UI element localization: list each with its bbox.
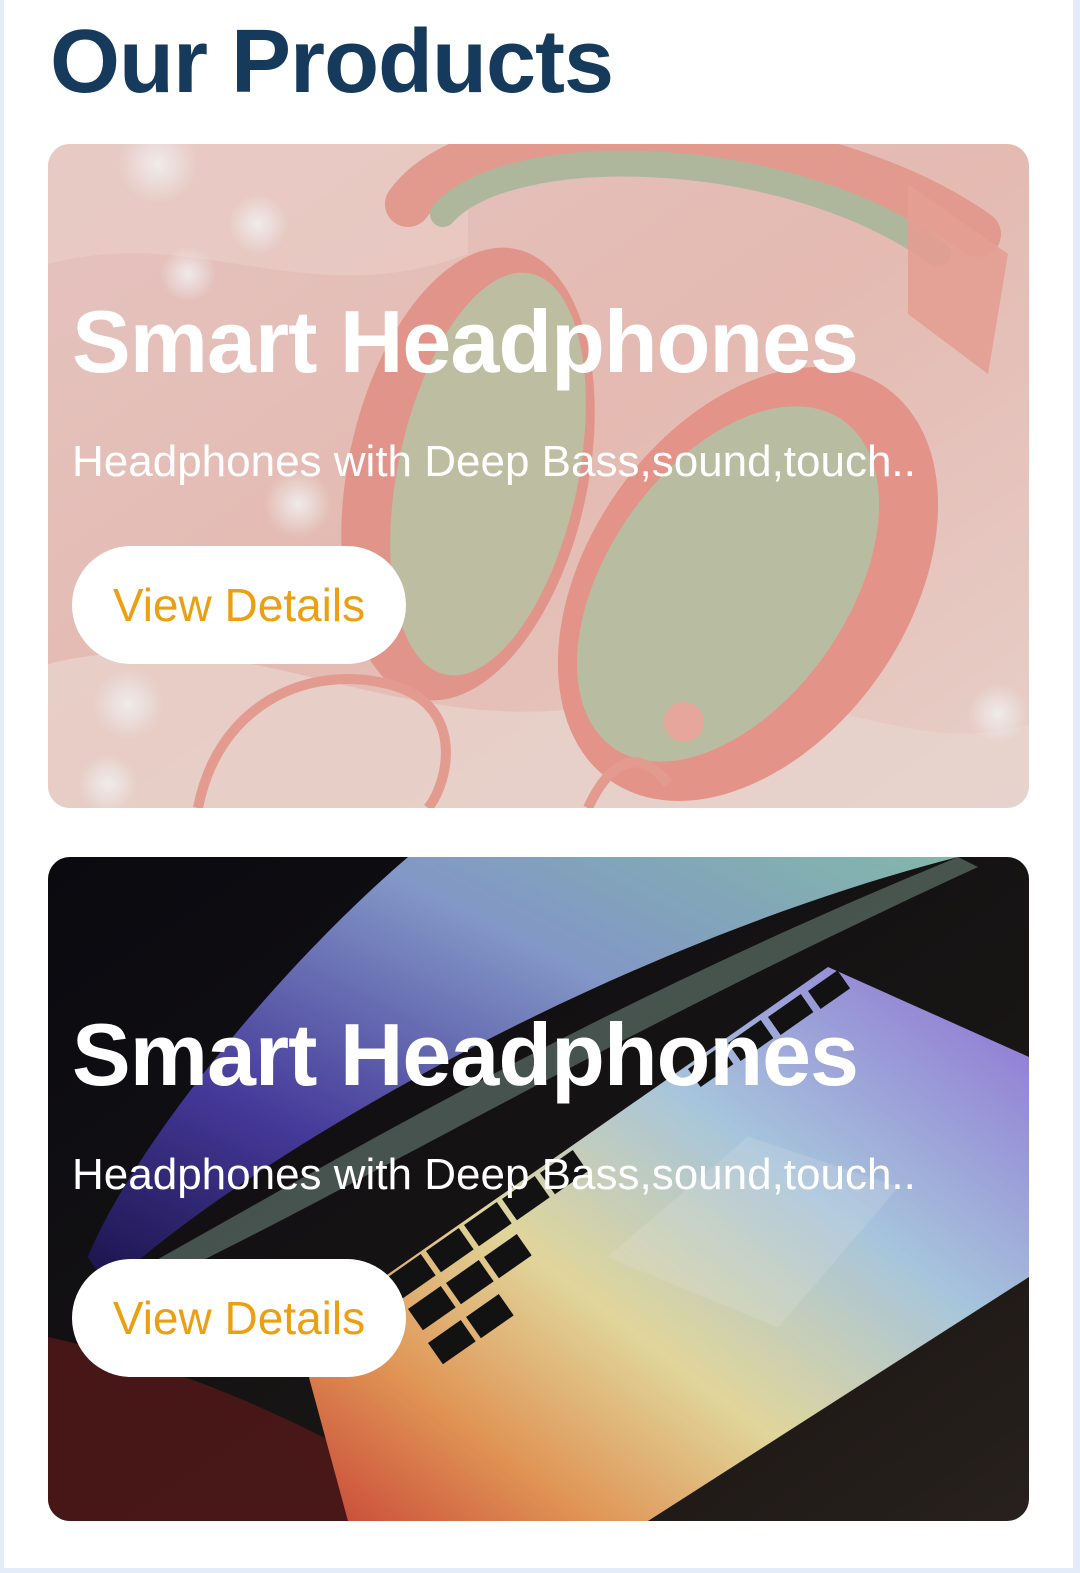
product-card[interactable]: Smart Headphones Headphones with Deep Ba…: [48, 144, 1029, 808]
product-title: Smart Headphones: [72, 292, 859, 391]
product-description: Headphones with Deep Bass,sound,touch..: [72, 1150, 916, 1199]
products-page: Our Products Smart Headphones Headphones…: [4, 0, 1073, 1568]
view-details-button[interactable]: View Details: [72, 1259, 406, 1377]
product-description: Headphones with Deep Bass,sound,touch..: [72, 437, 916, 486]
product-title: Smart Headphones: [72, 1005, 859, 1104]
view-details-button[interactable]: View Details: [72, 546, 406, 664]
product-card[interactable]: Smart Headphones Headphones with Deep Ba…: [48, 857, 1029, 1521]
page-title: Our Products: [50, 12, 614, 112]
